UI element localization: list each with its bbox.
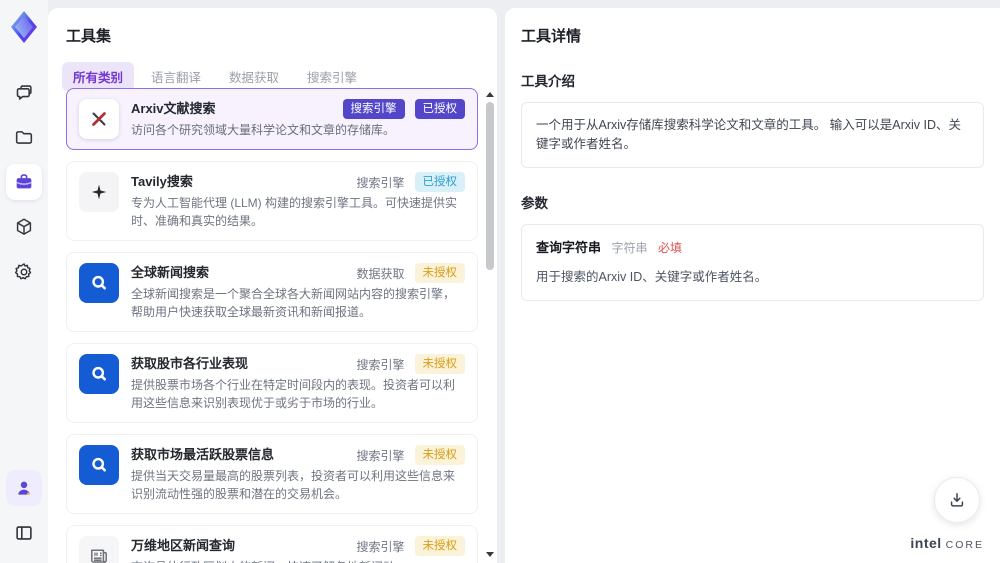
tool-category-label: 数据获取 (356, 266, 405, 281)
tool-card-global-news[interactable]: 全球新闻搜索 全球新闻搜索是一个聚合全球各大新闻网站内容的搜索引擎，帮助用户快速… (66, 252, 478, 332)
folder-icon[interactable] (6, 119, 42, 155)
parameter-description: 用于搜索的Arxiv ID、关键字或作者姓名。 (536, 270, 768, 284)
tool-auth-badge: 未授权 (414, 263, 465, 283)
download-button[interactable] (934, 477, 980, 523)
core-logo-text: CORE (945, 539, 984, 551)
stock-search-icon (79, 445, 119, 485)
tool-auth-badge: 未授权 (414, 445, 465, 465)
intel-logo-text: intel (910, 535, 942, 551)
stock-search-icon (79, 354, 119, 394)
params-heading: 参数 (521, 196, 548, 211)
tool-details-panel: 工具详情 工具介绍 一个用于从Arxiv存储库搜索科学论文和文章的工具。 输入可… (505, 8, 1000, 563)
parameter-type: 字符串 (611, 241, 648, 255)
intro-heading: 工具介绍 (521, 74, 575, 89)
tool-list-panel: 工具集 所有类别 语言翻译 数据获取 搜索引擎 Arxiv文献搜索 访问各个研究… (48, 8, 497, 563)
parameter-required-badge: 必填 (658, 241, 683, 255)
parameter-box: 查询字符串 字符串 必填 用于搜索的Arxiv ID、关键字或作者姓名。 (521, 224, 984, 301)
scroll-up-arrow-icon[interactable] (486, 92, 494, 97)
gem-logo-icon (8, 10, 40, 44)
tool-auth-badge: 未授权 (414, 354, 465, 374)
tool-list: Arxiv文献搜索 访问各个研究领域大量科学论文和文章的存储库。 搜索引擎 已授… (48, 88, 497, 563)
tool-category-label: 搜索引擎 (356, 175, 405, 190)
tool-card-stock-sector[interactable]: 获取股市各行业表现 提供股票市场各个行业在特定时间段内的表现。投资者可以利用这些… (66, 343, 478, 423)
cube-icon[interactable] (6, 209, 42, 245)
tool-auth-badge: 未授权 (414, 536, 465, 556)
user-avatar-icon[interactable] (6, 470, 42, 506)
scroll-down-arrow-icon[interactable] (486, 552, 494, 557)
sidebar-rail (0, 0, 48, 563)
parameter-header: 查询字符串 字符串 必填 (536, 238, 969, 258)
tool-auth-badge: 已授权 (414, 99, 465, 119)
tool-description: 专为人工智能代理 (LLM) 构建的搜索引擎工具。可快速提供实时、准确和真实的结… (131, 196, 458, 228)
tab-language-translation[interactable]: 语言翻译 (140, 62, 212, 91)
panel-toggle-icon[interactable] (6, 515, 42, 551)
tool-card-tavily[interactable]: Tavily搜索 专为人工智能代理 (LLM) 构建的搜索引擎工具。可快速提供实… (66, 161, 478, 241)
tool-description: 查询具体行政区划内的新闻，快速了解各地新闻动 (131, 558, 465, 563)
news-search-icon (79, 263, 119, 303)
tab-data-fetch[interactable]: 数据获取 (218, 62, 290, 91)
tool-category-label: 搜索引擎 (356, 357, 405, 372)
chat-icon[interactable] (6, 74, 42, 110)
tool-auth-badge: 已授权 (414, 172, 465, 192)
newspaper-icon (79, 536, 119, 563)
content-area: 工具集 所有类别 语言翻译 数据获取 搜索引擎 Arxiv文献搜索 访问各个研究… (48, 0, 1000, 563)
details-title: 工具详情 (521, 28, 582, 45)
app-window: 工具集 所有类别 语言翻译 数据获取 搜索引擎 Arxiv文献搜索 访问各个研究… (0, 0, 1000, 563)
intro-text-box: 一个用于从Arxiv存储库搜索科学论文和文章的工具。 输入可以是Arxiv ID… (521, 102, 984, 168)
tool-card-active-stocks[interactable]: 获取市场最活跃股票信息 提供当天交易量最高的股票列表，投资者可以利用这些信息来识… (66, 434, 478, 514)
briefcase-icon[interactable] (6, 164, 42, 200)
list-scrollbar[interactable] (485, 92, 495, 557)
gear-icon[interactable] (6, 254, 42, 290)
tool-card-regional-news[interactable]: 万维地区新闻查询 查询具体行政区划内的新闻，快速了解各地新闻动 搜索引擎 未授权 (66, 525, 478, 563)
download-icon (950, 493, 964, 507)
tool-category-label: 搜索引擎 (356, 539, 405, 554)
scrollbar-thumb[interactable] (486, 102, 494, 270)
tab-search-engine[interactable]: 搜索引擎 (296, 62, 368, 91)
tool-description: 访问各个研究领域大量科学论文和文章的存储库。 (131, 123, 396, 137)
parameter-name: 查询字符串 (536, 240, 602, 255)
tool-description: 全球新闻搜索是一个聚合全球各大新闻网站内容的搜索引擎，帮助用户快速获取全球最新资… (131, 287, 456, 319)
category-tabs: 所有类别 语言翻译 数据获取 搜索引擎 (62, 62, 497, 91)
tool-card-arxiv[interactable]: Arxiv文献搜索 访问各个研究领域大量科学论文和文章的存储库。 搜索引擎 已授… (66, 88, 478, 150)
tool-description: 提供股票市场各个行业在特定时间段内的表现。投资者可以利用这些信息来识别表现优于或… (131, 378, 456, 410)
tool-category-label: 搜索引擎 (356, 448, 405, 463)
arxiv-logo-icon (79, 99, 119, 139)
intel-core-logo: intel CORE (910, 535, 984, 551)
tool-description: 提供当天交易量最高的股票列表，投资者可以利用这些信息来识别流动性强的股票和潜在的… (131, 469, 456, 501)
page-title: 工具集 (66, 28, 112, 45)
tab-all-categories[interactable]: 所有类别 (62, 62, 135, 91)
tool-category-badge: 搜索引擎 (342, 99, 405, 119)
tavily-star-icon (79, 172, 119, 212)
